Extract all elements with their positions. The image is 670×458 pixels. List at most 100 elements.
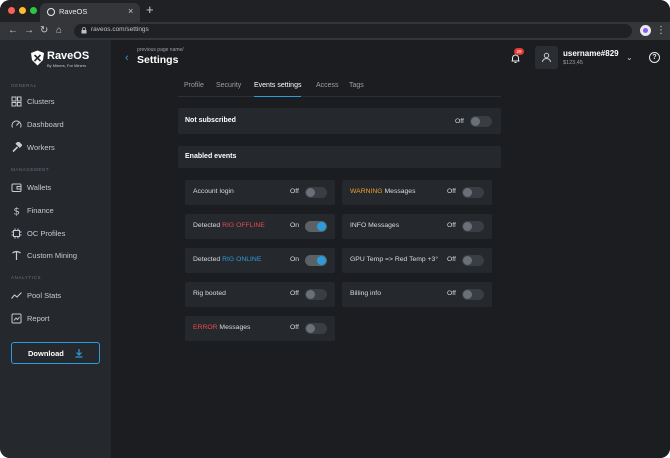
subscription-toggle[interactable] [470, 116, 492, 127]
pickaxe-icon [12, 250, 21, 260]
back-chevron-icon[interactable]: ‹ [125, 52, 129, 64]
user-icon [542, 52, 551, 63]
help-icon[interactable]: ? [649, 52, 660, 63]
back-arrow-icon[interactable]: ← [8, 24, 18, 37]
sidebar-item-label: Dashboard [27, 120, 64, 129]
event-label-text: Billing info [350, 290, 381, 297]
event-toggle[interactable] [462, 289, 484, 300]
event-state: On [290, 222, 300, 229]
event-row: ERROR Messages Off [185, 316, 335, 341]
sidebar-item-label: Workers [27, 143, 55, 152]
sidebar-item-clusters[interactable]: Clusters [11, 94, 106, 110]
download-icon [75, 349, 83, 358]
event-state: Off [447, 222, 456, 229]
reload-icon[interactable]: ↻ [40, 24, 48, 37]
page-title: Settings [137, 54, 179, 66]
event-label-suffix: Messages [382, 188, 416, 195]
event-label: Rig booted [193, 290, 226, 297]
toggle-knob [471, 117, 480, 126]
event-label: Account login [193, 188, 234, 195]
avatar[interactable] [535, 46, 558, 69]
download-button[interactable]: Download [11, 342, 100, 364]
sidebar-item-dashboard[interactable]: Dashboard [11, 117, 106, 133]
address-bar[interactable]: raveos.com/settings [74, 24, 632, 38]
sidebar-item-pool-stats[interactable]: Pool Stats [11, 288, 106, 304]
browser-tabbar: RaveOS × + [0, 0, 670, 22]
extension-icon[interactable] [640, 25, 651, 36]
chevron-down-icon[interactable]: ⌄ [626, 53, 633, 62]
event-label: INFO Messages [350, 222, 399, 229]
sidebar-item-wallets[interactable]: Wallets [11, 180, 106, 196]
globe-icon [47, 8, 55, 16]
gauge-icon [11, 120, 22, 128]
username[interactable]: username#829 [563, 49, 619, 58]
section-label-management: MANAGEMENT [11, 167, 50, 172]
toggle-knob [306, 324, 315, 333]
event-row: Rig booted Off [185, 282, 335, 307]
report-icon [11, 313, 22, 324]
event-toggle[interactable] [462, 187, 484, 198]
brand-name: RaveOS [47, 50, 90, 62]
event-label-suffix: Messages [217, 324, 251, 331]
account-balance: $123,45 [563, 60, 583, 66]
toggle-knob [317, 256, 326, 265]
event-state: Off [447, 290, 456, 297]
event-row: WARNING Messages Off [342, 180, 492, 205]
sidebar-item-workers[interactable]: Workers [11, 140, 106, 156]
event-row: Account login Off [185, 180, 335, 205]
wallet-icon [11, 183, 22, 192]
browser-tab-title: RaveOS [59, 7, 88, 16]
tab-profile[interactable]: Profile [184, 82, 204, 97]
event-row: INFO Messages Off [342, 214, 492, 239]
settings-tabs: Profile Security Events settings Access … [178, 81, 501, 97]
event-toggle[interactable] [462, 221, 484, 232]
event-toggle[interactable] [305, 323, 327, 334]
subscription-row: Not subscribed Off [178, 108, 501, 134]
toggle-knob [463, 188, 472, 197]
section-label-general: GENERAL [11, 83, 37, 88]
toggle-knob [317, 222, 326, 231]
event-toggle[interactable] [305, 221, 327, 232]
event-label-text: INFO Messages [350, 222, 400, 229]
tab-tags[interactable]: Tags [349, 82, 364, 97]
browser-window: RaveOS × + ← → ↻ ⌂ raveos.com/settings ⋮… [0, 0, 670, 458]
browser-menu-icon[interactable]: ⋮ [656, 24, 666, 37]
sidebar-item-oc-profiles[interactable]: OC Profiles [11, 226, 106, 242]
sidebar-item-label: Finance [27, 206, 54, 215]
event-toggle[interactable] [305, 289, 327, 300]
brand-logo[interactable]: RaveOS By Miners, For Miners [30, 49, 90, 71]
svg-text:$: $ [14, 207, 20, 217]
event-row: Detected RIG ONLINE On [185, 248, 335, 273]
breadcrumb[interactable]: previous page name/ [137, 47, 184, 53]
toggle-knob [463, 256, 472, 265]
minimize-window-button[interactable] [19, 7, 26, 14]
new-tab-button[interactable]: + [146, 3, 154, 17]
maximize-window-button[interactable] [30, 7, 37, 14]
event-state: Off [290, 324, 299, 331]
sidebar: RaveOS By Miners, For Miners GENERAL Clu… [0, 40, 111, 458]
close-window-button[interactable] [8, 7, 15, 14]
toggle-knob [463, 290, 472, 299]
subscription-state: Off [455, 118, 464, 125]
tab-events-settings[interactable]: Events settings [254, 82, 302, 97]
event-toggle[interactable] [462, 255, 484, 266]
sidebar-item-finance[interactable]: $ Finance [11, 203, 106, 219]
url-text: raveos.com/settings [91, 26, 149, 33]
raveos-logo-icon [31, 50, 44, 66]
sidebar-item-custom-mining[interactable]: Custom Mining [11, 248, 106, 264]
chart-line-icon [11, 292, 22, 299]
event-toggle[interactable] [305, 187, 327, 198]
event-label: GPU Temp => Red Temp +3° [350, 256, 438, 263]
chip-icon [11, 228, 22, 239]
sidebar-item-report[interactable]: Report [11, 311, 106, 327]
sidebar-item-label: Custom Mining [27, 251, 78, 260]
event-row: Detected RIG OFFLINE On [185, 214, 335, 239]
browser-tab[interactable]: RaveOS × [40, 3, 140, 22]
home-icon[interactable]: ⌂ [56, 24, 62, 37]
notification-badge: 29 [514, 48, 524, 55]
tab-close-icon[interactable]: × [128, 6, 133, 16]
forward-arrow-icon[interactable]: → [24, 24, 34, 37]
event-toggle[interactable] [305, 255, 327, 266]
tab-security[interactable]: Security [216, 82, 241, 97]
tab-access[interactable]: Access [316, 82, 339, 97]
